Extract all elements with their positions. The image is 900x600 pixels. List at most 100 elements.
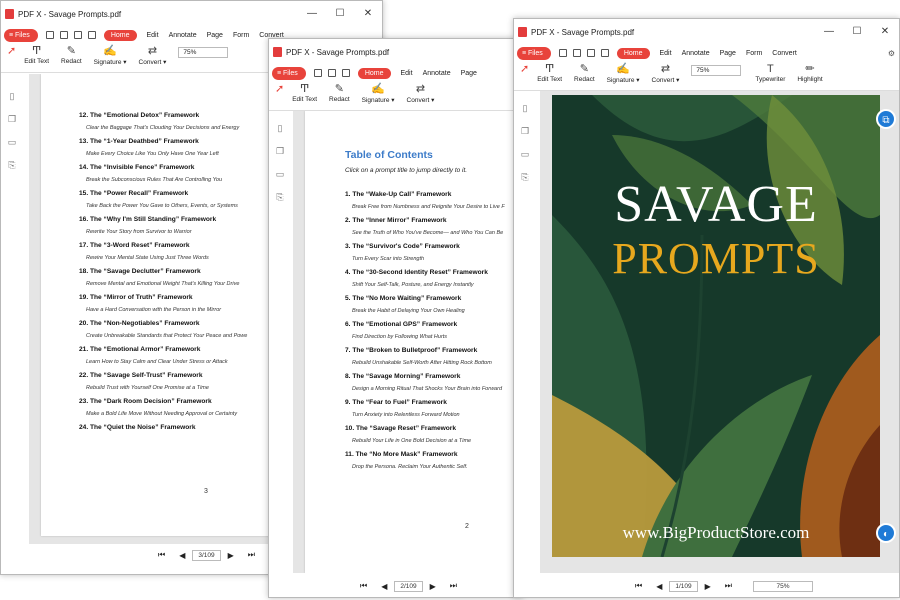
assistant-button[interactable]: ◐ [876,523,896,543]
undo-icon[interactable] [87,31,96,39]
prev-page-button[interactable]: ◀ [179,551,185,560]
toc-entry-title[interactable]: 14. The “Invisible Fence” Framework [79,164,247,171]
toc-entry[interactable]: 14. The “Invisible Fence” Framework Break… [79,164,247,183]
attachments-icon[interactable]: ⎘ [8,160,15,171]
toc-entry[interactable]: 12. The “Emotional Detox” Framework Clear… [79,112,247,131]
toc-entry-title[interactable]: 2. The “Inner Mirror” Framework [345,217,505,224]
tab-edit[interactable]: Edit [147,32,159,39]
toc-entry-title[interactable]: 11. The “No More Mask” Framework [345,451,505,458]
tab-annotate[interactable]: Annotate [169,32,197,39]
prev-page-button[interactable]: ◀ [381,582,387,591]
ocr-button[interactable]: ⧉ [876,109,896,129]
comments-icon[interactable]: ▭ [521,149,530,160]
last-page-button[interactable]: ⏭ [248,550,255,560]
toc-entry[interactable]: 11. The “No More Mask” Framework Drop the… [345,451,505,470]
close-button[interactable]: ✕ [871,19,899,45]
attachments-icon[interactable]: ⎘ [276,192,283,203]
tab-convert[interactable]: Convert [772,50,797,57]
redact-button[interactable]: ✎ Redact [61,43,82,65]
toc-entry[interactable]: 8. The “Savage Morning” Framework Design … [345,373,505,392]
toc-entry[interactable]: 21. The “Emotional Armor” Framework Learn… [79,346,247,365]
toc-entry-title[interactable]: 22. The “Savage Self-Trust” Framework [79,372,247,379]
toc-entry[interactable]: 18. The “Savage Declutter” Framework Remo… [79,268,247,287]
toc-entry[interactable]: 3. The “Survivor's Code” Framework Turn E… [345,243,505,262]
typewriter-button[interactable]: T Typewriter [755,61,785,83]
bookmark-icon[interactable]: ▯ [278,123,283,134]
files-button[interactable]: Files [272,66,306,80]
toc-entry[interactable]: 15. The “Power Recall” Framework Take Bac… [79,190,247,209]
redact-button[interactable]: ✎ Redact [329,81,350,103]
toc-entry-title[interactable]: 24. The “Quiet the Noise” Framework [79,424,247,431]
comments-icon[interactable]: ▭ [8,137,17,148]
first-page-button[interactable]: ⏮ [635,581,642,591]
toc-entry-title[interactable]: 16. The “Why I'm Still Standing” Framewo… [79,216,247,223]
toc-entry-title[interactable]: 15. The “Power Recall” Framework [79,190,247,197]
tab-home[interactable]: Home [616,47,650,59]
open-icon[interactable] [45,31,54,39]
toc-entry[interactable]: 23. The “Dark Room Decision” Framework Ma… [79,398,247,417]
open-icon[interactable] [558,49,567,57]
tab-page[interactable]: Page [461,70,477,77]
select-tool[interactable]: ➚ [520,61,529,76]
convert-button[interactable]: ⇄ Convert ▾ [407,81,435,104]
next-page-button[interactable]: ▶ [430,582,436,591]
signature-button[interactable]: ✍ Signature ▾ [607,61,640,84]
select-tool[interactable]: ➚ [275,81,284,96]
last-page-button[interactable]: ⏭ [450,581,457,591]
files-button[interactable]: Files [517,46,551,60]
thumbnails-icon[interactable]: ❐ [276,146,284,157]
bookmark-icon[interactable]: ▯ [10,91,15,102]
undo-icon[interactable] [600,49,609,57]
print-icon[interactable] [586,49,595,57]
toc-entry-title[interactable]: 1. The “Wake-Up Call” Framework [345,191,505,198]
toc-entry-title[interactable]: 23. The “Dark Room Decision” Framework [79,398,247,405]
first-page-button[interactable]: ⏮ [158,550,165,560]
save-icon[interactable] [59,31,68,39]
convert-button[interactable]: ⇄ Convert ▾ [139,43,167,66]
toc-entry-title[interactable]: 12. The “Emotional Detox” Framework [79,112,247,119]
close-button[interactable]: ✕ [354,1,382,27]
toc-entry-title[interactable]: 21. The “Emotional Armor” Framework [79,346,247,353]
redact-button[interactable]: ✎ Redact [574,61,595,83]
tab-page[interactable]: Page [720,50,736,57]
next-page-button[interactable]: ▶ [705,582,711,591]
thumbnails-icon[interactable]: ❐ [8,114,16,125]
next-page-button[interactable]: ▶ [228,551,234,560]
attachments-icon[interactable]: ⎘ [521,172,528,183]
toc-entry[interactable]: 1. The “Wake-Up Call” Framework Break Fre… [345,191,505,210]
last-page-button[interactable]: ⏭ [725,581,732,591]
toc-entry[interactable]: 20. The “Non-Negotiables” Framework Creat… [79,320,247,339]
select-tool[interactable]: ➚ [7,43,16,58]
print-icon[interactable] [341,69,350,77]
toc-entry-title[interactable]: 3. The “Survivor's Code” Framework [345,243,505,250]
toc-entry[interactable]: 2. The “Inner Mirror” Framework See the T… [345,217,505,236]
toc-entry[interactable]: 4. The “30-Second Identity Reset” Framew… [345,269,505,288]
document-viewport[interactable]: SAVAGE PROMPTS www.BigProductStore.com ⧉… [540,91,899,573]
prev-page-button[interactable]: ◀ [656,582,662,591]
save-icon[interactable] [572,49,581,57]
zoom-input[interactable]: 75% [178,47,229,58]
toc-entry[interactable]: 16. The “Why I'm Still Standing” Framewo… [79,216,247,235]
toc-entry[interactable]: 7. The “Broken to Bulletproof” Framework… [345,347,505,366]
toc-entry-title[interactable]: 10. The “Savage Reset” Framework [345,425,505,432]
save-icon[interactable] [327,69,336,77]
tab-form[interactable]: Form [233,32,249,39]
toc-entry-title[interactable]: 13. The “1-Year Deathbed” Framework [79,138,247,145]
document-viewport[interactable]: Table of Contents Click on a prompt titl… [293,111,522,573]
zoom-control[interactable]: 75% [178,43,229,58]
tab-edit[interactable]: Edit [660,50,672,57]
minimize-button[interactable]: — [815,19,843,45]
signature-button[interactable]: ✍ Signature ▾ [362,81,395,104]
highlight-button[interactable]: ✏ Highlight [797,61,822,83]
convert-button[interactable]: ⇄ Convert ▾ [652,61,680,84]
maximize-button[interactable]: ☐ [843,19,871,45]
settings-icon[interactable]: ⚙ [888,49,895,58]
toc-entry-title[interactable]: 5. The “No More Waiting” Framework [345,295,505,302]
edit-text-button[interactable]: Ͳ Edit Text [24,43,49,65]
files-button[interactable]: Files [4,28,38,42]
minimize-button[interactable]: — [298,1,326,27]
toc-entry[interactable]: 5. The “No More Waiting” Framework Break … [345,295,505,314]
toc-entry-title[interactable]: 4. The “30-Second Identity Reset” Framew… [345,269,505,276]
tab-page[interactable]: Page [207,32,223,39]
edit-text-button[interactable]: Ͳ Edit Text [292,81,317,103]
